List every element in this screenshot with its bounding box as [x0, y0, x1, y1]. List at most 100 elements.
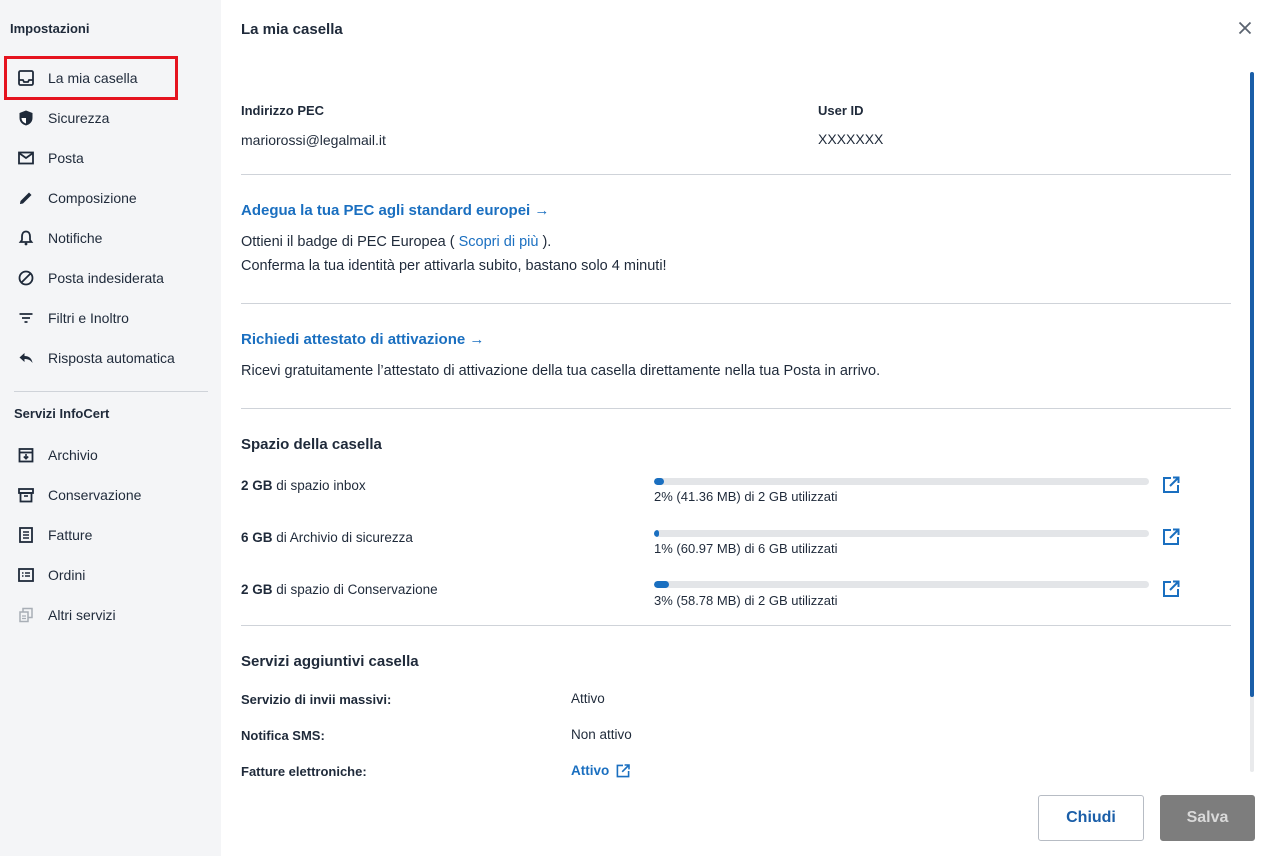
sidebar-item-label: Posta	[48, 150, 84, 166]
sidebar-item-label: Sicurezza	[48, 110, 110, 126]
storage-progress-fill	[654, 530, 659, 537]
box-icon	[14, 483, 38, 507]
storage-section-title: Spazio della casella	[241, 436, 382, 453]
sidebar-item-label: Notifiche	[48, 230, 103, 246]
sidebar-item-label: Ordini	[48, 567, 86, 583]
storage-progress-fill	[654, 581, 669, 588]
storage-desc: di spazio di Conservazione	[276, 582, 438, 597]
user-id-value: XXXXXXX	[818, 131, 884, 147]
service-status-label: Attivo	[571, 763, 610, 778]
storage-usage-caption: 1% (60.97 MB) di 6 GB utilizzati	[654, 541, 838, 556]
sidebar-item-label: Altri servizi	[48, 607, 116, 623]
services-icon	[14, 603, 38, 627]
close-icon[interactable]	[1234, 17, 1256, 39]
sidebar-item-label: Archivio	[48, 447, 98, 463]
sidebar-item-altri-servizi[interactable]: Altri servizi	[14, 599, 208, 631]
service-status-link[interactable]: Attivo	[571, 763, 631, 778]
settings-sidebar: Impostazioni La mia casella Sicurezza Po…	[0, 0, 221, 856]
service-status: Non attivo	[571, 727, 632, 742]
external-link-icon[interactable]	[1161, 579, 1181, 599]
service-label: Fatture elettroniche:	[241, 764, 367, 777]
save-button[interactable]: Salva	[1160, 795, 1255, 841]
european-standard-link[interactable]: Adegua la tua PEC agli standard europei …	[241, 202, 549, 219]
identity-confirm-text: Conferma la tua identità per attivarla s…	[241, 258, 667, 274]
sidebar-item-label: Conservazione	[48, 487, 142, 503]
sidebar-heading: Impostazioni	[10, 21, 90, 36]
sidebar-item-label: Composizione	[48, 190, 137, 206]
block-icon	[14, 266, 38, 290]
sidebar-item-label: Posta indesiderata	[48, 270, 164, 286]
divider	[241, 408, 1231, 409]
storage-size: 6 GB	[241, 530, 273, 545]
user-id-label: User ID	[818, 103, 864, 118]
arrow-right-icon: →	[469, 331, 485, 348]
sidebar-item-posta-indesiderata[interactable]: Posta indesiderata	[14, 262, 208, 294]
arrow-right-icon: →	[534, 202, 550, 219]
sidebar-item-label: Risposta automatica	[48, 350, 175, 366]
external-link-icon	[615, 763, 631, 778]
invoice-icon	[14, 523, 38, 547]
service-label: Notifica SMS:	[241, 728, 325, 743]
divider	[241, 174, 1231, 175]
storage-progress-bar	[654, 530, 1149, 537]
divider	[241, 303, 1231, 304]
activation-certificate-text: Ricevi gratuitamente l’attestato di atti…	[241, 363, 881, 379]
storage-usage-caption: 3% (58.78 MB) di 2 GB utilizzati	[654, 593, 838, 608]
inbox-icon	[14, 66, 38, 90]
mailbox-settings-panel: La mia casella Indirizzo PEC mariorossi@…	[221, 0, 1274, 856]
archive-icon	[14, 443, 38, 467]
storage-desc: di Archivio di sicurezza	[276, 530, 413, 545]
scrollbar-thumb[interactable]	[1250, 72, 1254, 697]
pec-address-label: Indirizzo PEC	[241, 103, 325, 118]
storage-label-inbox: 2 GB di spazio inbox	[241, 478, 366, 493]
sidebar-item-composizione[interactable]: Composizione	[14, 182, 208, 214]
storage-size: 2 GB	[241, 582, 273, 597]
storage-progress-bar	[654, 581, 1149, 588]
sidebar-item-posta[interactable]: Posta	[14, 142, 208, 174]
learn-more-link[interactable]: Scopri di più	[459, 234, 539, 250]
sidebar-item-label: Fatture	[48, 527, 93, 543]
european-badge-text: Ottieni il badge di PEC Europea ( Scopri…	[241, 234, 551, 250]
badge-text-suffix: ).	[542, 234, 552, 250]
sidebar-divider	[14, 391, 208, 392]
page-title: La mia casella	[241, 21, 343, 38]
sidebar-item-fatture[interactable]: Fatture	[14, 519, 208, 551]
storage-usage-caption: 2% (41.36 MB) di 2 GB utilizzati	[654, 489, 838, 504]
shield-icon	[14, 106, 38, 130]
activation-certificate-link-label: Richiedi attestato di attivazione	[241, 331, 466, 348]
external-link-icon[interactable]	[1161, 475, 1181, 495]
storage-label-conservation: 2 GB di spazio di Conservazione	[241, 582, 438, 597]
sidebar-item-filtri-inoltro[interactable]: Filtri e Inoltro	[14, 302, 208, 334]
storage-label-archive: 6 GB di Archivio di sicurezza	[241, 530, 413, 545]
sidebar-section-heading: Servizi InfoCert	[14, 406, 110, 421]
service-status: Attivo	[571, 691, 605, 706]
external-link-icon[interactable]	[1161, 527, 1181, 547]
badge-text-prefix: Ottieni il badge di PEC Europea (	[241, 234, 455, 250]
pencil-icon	[14, 186, 38, 210]
divider	[241, 625, 1231, 626]
sidebar-item-notifiche[interactable]: Notifiche	[14, 222, 208, 254]
european-standard-link-label: Adegua la tua PEC agli standard europei	[241, 202, 531, 219]
storage-size: 2 GB	[241, 478, 273, 493]
sidebar-item-conservazione[interactable]: Conservazione	[14, 479, 208, 511]
activation-certificate-link[interactable]: Richiedi attestato di attivazione →	[241, 331, 484, 348]
sidebar-item-ordini[interactable]: Ordini	[14, 559, 208, 591]
sidebar-item-la-mia-casella[interactable]: La mia casella	[4, 56, 178, 100]
storage-progress-fill	[654, 478, 664, 485]
service-label: Servizio di invii massivi:	[241, 692, 392, 707]
sidebar-item-label: La mia casella	[48, 70, 138, 86]
orders-icon	[14, 563, 38, 587]
sidebar-item-sicurezza[interactable]: Sicurezza	[14, 102, 208, 134]
close-button[interactable]: Chiudi	[1038, 795, 1144, 841]
storage-progress-bar	[654, 478, 1149, 485]
additional-services-title: Servizi aggiuntivi casella	[241, 653, 419, 670]
filter-icon	[14, 306, 38, 330]
sidebar-item-archivio[interactable]: Archivio	[14, 439, 208, 471]
pec-address-value: mariorossi@legalmail.it	[241, 132, 386, 148]
bell-icon	[14, 226, 38, 250]
sidebar-item-label: Filtri e Inoltro	[48, 310, 129, 326]
reply-icon	[14, 346, 38, 370]
mail-icon	[14, 146, 38, 170]
storage-desc: di spazio inbox	[276, 478, 366, 493]
sidebar-item-risposta-automatica[interactable]: Risposta automatica	[14, 342, 208, 374]
